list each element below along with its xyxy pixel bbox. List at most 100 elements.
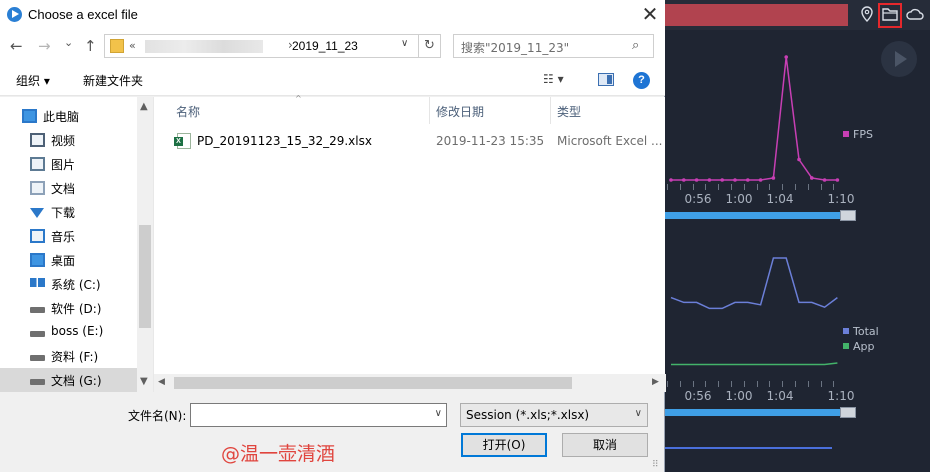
total-legend: Total <box>843 325 879 338</box>
navigation-pane: 此电脑 视频图片文档下载音乐桌面系统 (C:) 软件 (D:) boss (E:) 资料… <box>0 97 153 392</box>
time-tick <box>769 381 771 387</box>
time-tick <box>705 381 707 387</box>
search-placeholder[interactable]: 搜索"2019_11_23" <box>461 39 569 56</box>
breadcrumb-current[interactable]: 2019_11_23 <box>292 39 358 53</box>
column-header-name[interactable]: 名称 <box>176 103 200 120</box>
recent-locations-icon[interactable]: ⌄ <box>64 35 73 51</box>
column-header-type[interactable]: 类型 <box>557 103 581 120</box>
total-series-line <box>670 257 838 310</box>
sidebar-item[interactable]: 视频 <box>0 128 137 152</box>
search-icon[interactable]: ⌕ <box>632 38 639 53</box>
sidebar-item-label: 图片 <box>51 158 76 172</box>
fps-data-point <box>810 176 814 180</box>
filename-dropdown-icon[interactable]: ∨ <box>435 408 442 419</box>
time-tick <box>705 184 707 190</box>
refresh-icon[interactable]: ↻ <box>419 34 441 58</box>
address-overflow-icon[interactable]: « <box>129 39 136 52</box>
horizontal-scroll-thumb[interactable] <box>174 377 572 389</box>
sidebar-item[interactable]: 系统 (C:) <box>0 272 137 296</box>
computer-icon <box>22 109 37 123</box>
close-icon[interactable]: ✕ <box>636 3 664 27</box>
fps-data-point <box>746 178 750 182</box>
time-tick <box>718 184 720 190</box>
video-icon <box>30 133 45 147</box>
sidebar-item[interactable]: 桌面 <box>0 248 137 272</box>
sidebar-item-label: 软件 (D:) <box>51 302 102 316</box>
search-box[interactable]: 搜索"2019_11_23" ⌕ <box>453 34 654 58</box>
sidebar-scrollbar[interactable]: ▲ ▼ <box>137 97 153 392</box>
file-name[interactable]: PD_20191123_15_32_29.xlsx <box>197 134 372 148</box>
play-button[interactable] <box>881 41 917 77</box>
file-list: ^ 名称 修改日期 类型 PD_20191123_15_32_29.xlsx 2… <box>153 94 666 392</box>
organize-menu-button[interactable]: 组织 ▾ <box>16 72 50 89</box>
sidebar-item[interactable]: boss (E:) <box>0 320 137 344</box>
resize-grip-icon[interactable]: ⠿ <box>652 460 659 470</box>
address-bar[interactable]: « › 2019_11_23 ∨ <box>104 34 419 58</box>
time-tick <box>795 381 796 387</box>
fps-range-slider[interactable] <box>665 212 845 219</box>
dialog-titlebar: Choose a excel file ✕ <box>0 0 665 30</box>
sidebar-item[interactable]: 文档 (G:) <box>0 368 137 392</box>
sidebar-item[interactable]: 软件 (D:) <box>0 296 137 320</box>
scroll-up-icon[interactable]: ▲ <box>140 101 148 112</box>
app-series-line <box>671 362 838 366</box>
forward-arrow-icon[interactable]: → <box>38 38 51 54</box>
scroll-right-icon[interactable]: ▶ <box>652 377 659 387</box>
sidebar-item-label: 桌面 <box>51 254 76 268</box>
file-type: Microsoft Excel ... <box>557 134 663 148</box>
fps-series-line <box>671 56 838 181</box>
filetype-dropdown-icon[interactable]: ∨ <box>635 408 642 419</box>
time-tick-label: 1:00 <box>725 192 753 206</box>
sidebar-item-label: 下载 <box>51 206 76 220</box>
help-icon[interactable]: ? <box>633 72 650 89</box>
sidebar-item[interactable]: 下载 <box>0 200 137 224</box>
back-arrow-icon[interactable]: ← <box>10 38 23 54</box>
preview-pane-icon[interactable] <box>598 73 614 86</box>
sidebar-item[interactable]: 此电脑 <box>0 104 137 128</box>
excel-file-icon <box>174 133 191 149</box>
dialog-toolbar: 组织 ▾ 新建文件夹 ☷ ▾ ? <box>0 64 665 96</box>
sidebar-item[interactable]: 文档 <box>0 176 137 200</box>
time-tick <box>731 184 732 190</box>
cpu-slider-handle[interactable] <box>840 407 856 418</box>
filename-input[interactable]: ∨ <box>190 403 447 427</box>
filetype-select[interactable]: Session (*.xls;*.xlsx) ∨ <box>460 403 648 427</box>
sidebar-scroll-thumb[interactable] <box>139 225 151 328</box>
dialog-title: Choose a excel file <box>28 7 138 22</box>
open-button[interactable]: 打开(O) <box>461 433 547 457</box>
file-open-dialog: Choose a excel file ✕ ← → ⌄ ↑ « › 2019_1… <box>0 0 666 472</box>
scroll-left-icon[interactable]: ◀ <box>158 377 165 387</box>
download-icon <box>30 208 44 218</box>
sidebar-item[interactable]: 图片 <box>0 152 137 176</box>
column-divider[interactable] <box>429 97 430 124</box>
fps-data-point <box>707 178 712 182</box>
scroll-down-icon[interactable]: ▼ <box>140 376 148 387</box>
drive-icon <box>30 379 45 385</box>
column-header-modified[interactable]: 修改日期 <box>436 103 484 120</box>
fps-data-point <box>797 157 801 162</box>
sidebar-item[interactable]: 音乐 <box>0 224 137 248</box>
time-tick <box>833 184 835 190</box>
fps-data-point <box>758 178 763 182</box>
location-pin-icon[interactable] <box>858 5 876 23</box>
column-divider[interactable] <box>550 97 551 124</box>
filetype-value[interactable]: Session (*.xls;*.xlsx) <box>466 408 589 422</box>
horizontal-scrollbar[interactable]: ◀ ▶ <box>154 374 666 392</box>
time-tick <box>743 381 745 387</box>
folder-icon <box>110 39 124 53</box>
fps-data-point <box>771 176 776 180</box>
time-tick <box>756 381 758 387</box>
view-options-icon[interactable]: ☷ ▾ <box>543 72 564 86</box>
time-tick-label: 1:10 <box>827 192 855 206</box>
cpu-range-slider[interactable] <box>665 409 845 416</box>
up-arrow-icon[interactable]: ↑ <box>84 38 97 54</box>
sidebar-item[interactable]: 资料 (F:) <box>0 344 137 368</box>
new-folder-button[interactable]: 新建文件夹 <box>83 72 143 89</box>
address-dropdown-icon[interactable]: ∨ <box>401 38 408 49</box>
fps-data-point <box>669 178 673 182</box>
cancel-button[interactable]: 取消 <box>562 433 648 457</box>
fps-slider-handle[interactable] <box>840 210 856 221</box>
time-tick <box>667 184 668 190</box>
cloud-icon[interactable] <box>905 5 925 23</box>
time-tick <box>692 381 694 387</box>
